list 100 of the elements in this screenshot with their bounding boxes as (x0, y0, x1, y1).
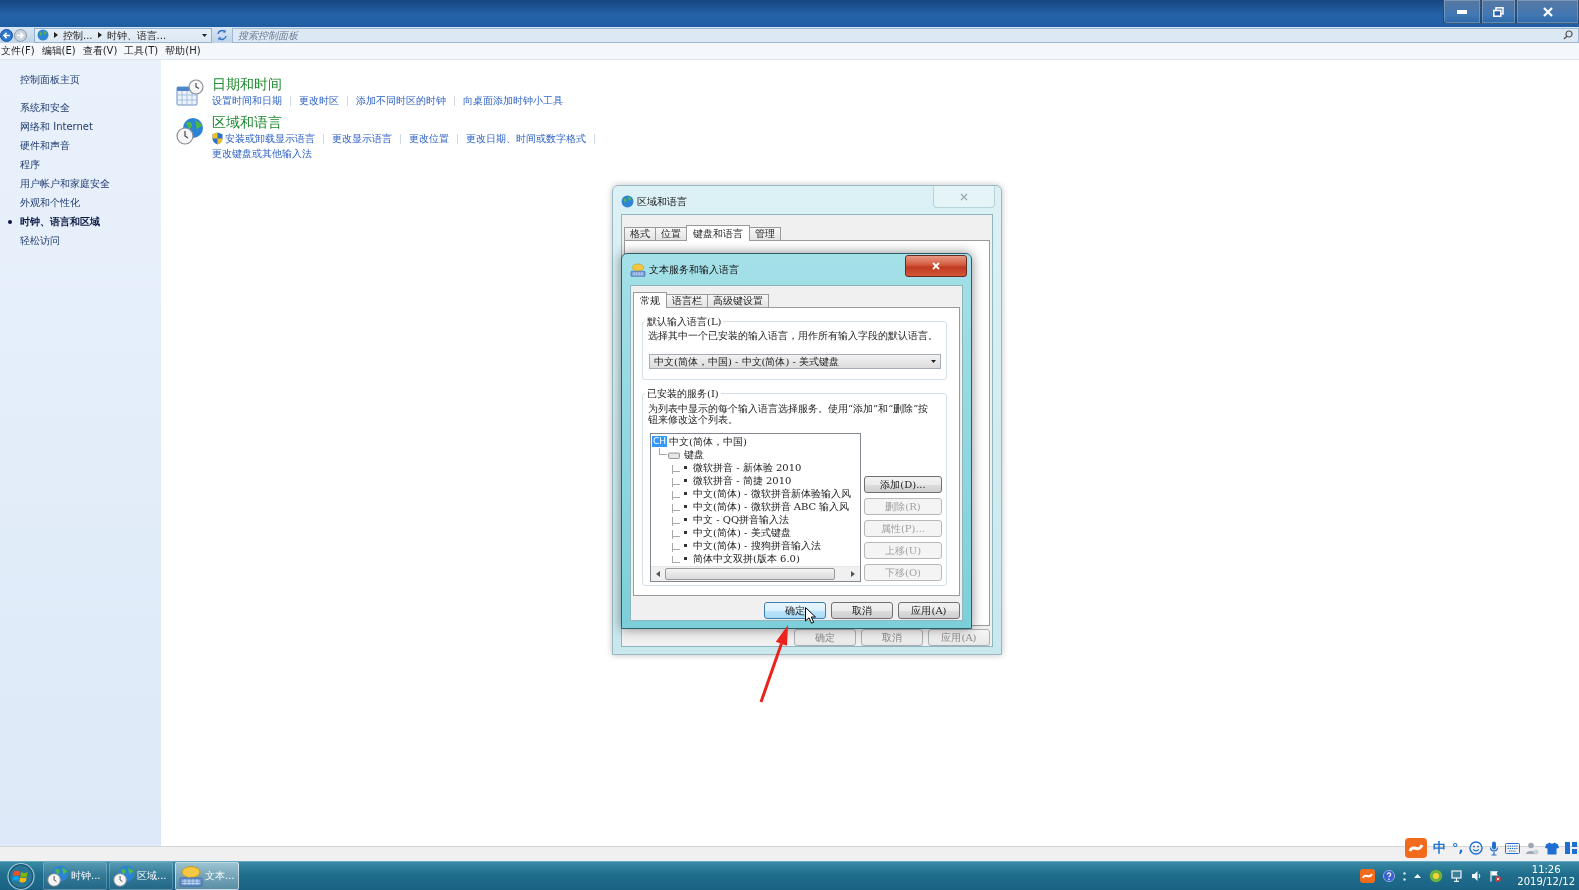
tree-item[interactable]: 中文(简体，中国) (669, 435, 747, 448)
task-link[interactable]: 更改时区 (299, 93, 339, 108)
tree-item[interactable]: 键盘 (684, 448, 704, 461)
menu-item[interactable]: 文件(F) (0, 44, 38, 58)
tab[interactable]: 高级键设置 (707, 294, 769, 307)
task-link[interactable]: 更改位置 (409, 131, 449, 146)
tree-item[interactable]: 中文(简体) - 微软拼音 ABC 输入风 (693, 500, 850, 513)
caret-down-icon (202, 33, 207, 37)
search-icon (1563, 29, 1573, 40)
clock-button[interactable]: 11:26 2019/12/12 (1515, 864, 1577, 888)
task-link[interactable]: 添加不同时区的时钟 (356, 93, 446, 108)
calendar-clock-icon[interactable] (176, 79, 204, 107)
task-link[interactable]: 设置时间和日期 (212, 93, 282, 108)
globe-icon (621, 195, 634, 208)
input-mode-toggle[interactable]: 中 (1433, 840, 1446, 856)
grip-dots-icon (1403, 871, 1407, 881)
close-button[interactable] (905, 255, 967, 277)
bullet-icon (684, 479, 687, 482)
task-link[interactable]: 更改日期、时间或数字格式 (466, 131, 586, 146)
dialog-button[interactable]: 确定 (764, 602, 826, 619)
address-bar-field[interactable]: 控制... 时钟、语言... (34, 27, 212, 43)
keyboard-speech-icon (179, 865, 203, 887)
menu-item[interactable]: 工具(T) (123, 44, 162, 58)
search-field[interactable]: 搜索控制面板 (232, 27, 1579, 43)
horizontal-scrollbar[interactable] (651, 566, 860, 581)
restore-button[interactable] (1481, 0, 1516, 24)
menu-item[interactable]: 查看(V) (81, 44, 121, 58)
description-text: 为列表中显示的每个输入语言选择服务。使用“添加”和“删除”按钮来修改这个列表。 (648, 403, 930, 425)
input-method-icon[interactable] (1360, 869, 1376, 883)
tree-item[interactable]: 微软拼音 - 简捷 2010 (693, 474, 792, 487)
tree-item[interactable]: 中文(简体) - 美式键盘 (693, 526, 791, 539)
tree-item[interactable]: 简体中文双拼(版本 6.0) (693, 552, 800, 565)
tab[interactable]: 位置 (655, 227, 687, 240)
dialog-button[interactable]: 取消 (831, 602, 893, 619)
sidebar-link[interactable]: 用户帐户和家庭安全 (6, 174, 114, 193)
input-method-logo-icon[interactable] (1405, 838, 1427, 858)
taskbar-button[interactable]: 时钟... (43, 862, 107, 890)
caret-down-icon (931, 360, 936, 363)
flag-icon[interactable] (1489, 870, 1502, 882)
bullet-icon (684, 505, 687, 508)
sidebar-link[interactable]: 程序 (6, 155, 44, 174)
menu-item[interactable]: 帮助(H) (164, 44, 204, 58)
breadcrumb-link[interactable]: 控制... (63, 28, 93, 42)
chevron-right-icon (54, 32, 58, 38)
dialog-button[interactable]: 添加(D)... (864, 476, 942, 493)
punctuation-toggle[interactable]: °, (1452, 840, 1464, 856)
grid-icon[interactable] (1565, 842, 1578, 854)
network-icon[interactable] (1451, 870, 1464, 882)
breadcrumb-link[interactable]: 时钟、语言... (106, 28, 167, 42)
sidebar-link[interactable]: 系统和安全 (6, 98, 74, 117)
tab[interactable]: 键盘和语言 (686, 225, 750, 241)
sidebar-link[interactable]: 控制面板主页 (6, 70, 84, 89)
taskbar-button[interactable]: 区域... (109, 862, 173, 890)
tree-item[interactable]: 中文(简体) - 微软拼音新体验输入风 (693, 487, 851, 500)
sidebar-link[interactable]: 轻松访问 (6, 231, 64, 250)
bullet-icon (684, 531, 687, 534)
caret-up-icon[interactable] (1414, 874, 1422, 878)
tree-item[interactable]: 微软拼音 - 新体验 2010 (693, 461, 802, 474)
dialog-button[interactable]: 应用(A) (898, 602, 960, 619)
scrollbar-thumb[interactable] (665, 568, 835, 580)
sidebar-link[interactable]: 外观和个性化 (6, 193, 84, 212)
bullet-icon (684, 492, 687, 495)
task-link[interactable]: 向桌面添加时钟小工具 (463, 93, 563, 108)
task-link[interactable]: 安装或卸载显示语言 (212, 131, 315, 146)
language-dropdown[interactable]: 中文(简体，中国) - 中文(简体) - 美式键盘 (649, 354, 941, 369)
tree-item[interactable]: 中文(简体) - 搜狗拼音输入法 (693, 539, 821, 552)
globe-clock-icon[interactable] (176, 117, 204, 145)
status-circle-icon[interactable] (1429, 869, 1444, 883)
smiley-icon[interactable] (1469, 841, 1484, 855)
task-link[interactable]: 更改键盘或其他输入法 (212, 146, 312, 161)
sidebar-link[interactable]: 网络和 Internet (6, 117, 97, 136)
globe-clock-icon (47, 865, 69, 887)
refresh-button[interactable] (216, 29, 228, 41)
microphone-icon[interactable] (1489, 840, 1500, 856)
bullet-icon (684, 557, 687, 560)
close-icon (1542, 6, 1553, 17)
tab[interactable]: 语言栏 (666, 294, 708, 307)
tab[interactable]: 常规 (633, 292, 667, 308)
help-icon[interactable] (1383, 870, 1396, 882)
sidebar-link[interactable]: 时钟、语言和区域 (6, 212, 104, 231)
category-heading-link[interactable]: 区域和语言 (212, 113, 282, 131)
keyboard-speech-icon (630, 263, 646, 277)
speaker-icon[interactable] (1471, 870, 1482, 882)
triangle-right-icon (851, 571, 855, 577)
back-button[interactable] (0, 28, 13, 42)
close-icon (931, 261, 941, 271)
shirt-icon[interactable] (1545, 841, 1560, 855)
tab[interactable]: 管理 (749, 227, 781, 240)
close-icon (959, 191, 969, 202)
tab[interactable]: 格式 (624, 227, 656, 240)
bullet-icon (8, 220, 12, 224)
menu-item[interactable]: 编辑(E) (40, 44, 79, 58)
sidebar-link[interactable]: 硬件和声音 (6, 136, 74, 155)
tree-item[interactable]: 中文 - QQ拼音输入法 (693, 513, 790, 526)
minimize-button[interactable] (1443, 0, 1481, 24)
category-heading-link[interactable]: 日期和时间 (212, 75, 282, 93)
bullet-icon (684, 466, 687, 469)
dialog-title: 文本服务和输入语言 (649, 263, 739, 276)
task-link[interactable]: 更改显示语言 (332, 131, 392, 146)
keyboard-icon[interactable] (1505, 842, 1521, 854)
